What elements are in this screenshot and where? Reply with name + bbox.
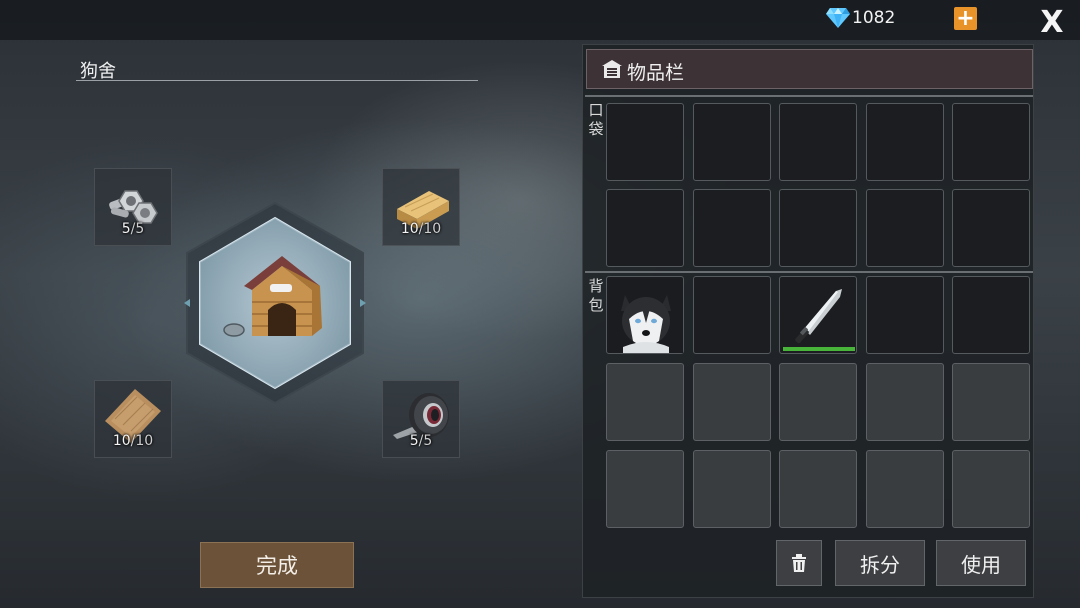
storage-icon [602,60,622,78]
bag-slot-husky[interactable] [606,276,684,354]
bag-slot-machete[interactable] [779,276,857,354]
pocket-slot[interactable] [606,103,684,181]
plus-icon: + [956,5,975,31]
bag-slot[interactable] [693,450,771,528]
trash-icon [792,554,806,572]
done-button[interactable]: 完成 [200,542,354,588]
add-gems-button[interactable]: + [954,7,977,30]
machete-icon [795,289,842,344]
pocket-slot[interactable] [606,189,684,267]
gem-count: 1082 [852,8,896,28]
inventory-header: 物品栏 [586,49,1033,89]
material-slot-wood[interactable]: 10/10 [382,168,460,246]
pocket-slot[interactable] [952,103,1030,181]
pocket-slot[interactable] [952,189,1030,267]
inventory-title: 物品栏 [627,62,685,84]
pocket-slot[interactable] [779,189,857,267]
material-slot-tape[interactable]: 5/5 [382,380,460,458]
durability-bar [783,347,855,351]
pocket-slot[interactable] [779,103,857,181]
bag-slot[interactable] [952,363,1030,441]
close-button[interactable]: X [1036,5,1068,40]
pocket-slot[interactable] [693,103,771,181]
pocket-slot[interactable] [866,103,944,181]
divider [585,271,1033,273]
bag-slot[interactable] [693,276,771,354]
pocket-slot[interactable] [693,189,771,267]
bag-label: 背包 [588,277,604,314]
bag-slot[interactable] [606,450,684,528]
use-button[interactable]: 使用 [936,540,1026,586]
diamond-icon [826,8,850,28]
pocket-slot[interactable] [866,189,944,267]
material-slot-bolts[interactable]: 5/5 [94,168,172,246]
divider [585,95,1033,97]
top-bar: 1082 + X [0,0,1080,40]
bag-slot[interactable] [866,363,944,441]
bag-slot[interactable] [866,450,944,528]
bag-slot[interactable] [606,363,684,441]
title-underline [76,80,478,81]
material-count: 5/5 [121,221,145,237]
inventory-panel: 物品栏 口袋 背包 拆分 使用 [582,44,1034,598]
material-count: 10/10 [112,433,154,449]
material-count: 10/10 [400,221,442,237]
material-slot-cloth[interactable]: 10/10 [94,380,172,458]
material-count: 5/5 [409,433,433,449]
bag-slot[interactable] [779,363,857,441]
bag-slot[interactable] [866,276,944,354]
bag-slot[interactable] [952,450,1030,528]
bag-slot[interactable] [693,363,771,441]
bag-slot[interactable] [779,450,857,528]
durability-fill [783,347,855,351]
craft-result-frame [184,201,366,405]
trash-button[interactable] [776,540,822,586]
husky-dog-icon [609,279,683,353]
split-button[interactable]: 拆分 [835,540,925,586]
pocket-label: 口袋 [588,101,604,138]
bag-slot[interactable] [952,276,1030,354]
